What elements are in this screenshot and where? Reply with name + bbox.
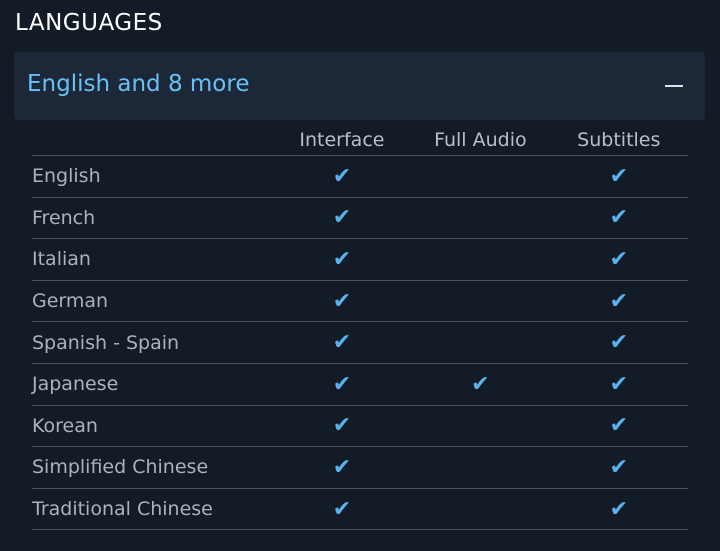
checkmark-icon: ✔ <box>332 163 352 189</box>
cell-full-audio <box>411 197 550 240</box>
checkmark-icon: ✔ <box>332 330 352 356</box>
header-full-audio: Full Audio <box>411 124 550 156</box>
header-subtitles: Subtitles <box>549 124 688 156</box>
cell-subtitles: ✔ <box>549 363 688 406</box>
checkmark-icon: ✔ <box>332 371 352 397</box>
cell-full-audio <box>411 321 550 364</box>
cell-full-audio <box>411 405 550 448</box>
table-row: Spanish - Spain ✔ ✔ <box>32 321 688 364</box>
cell-full-audio <box>411 446 550 489</box>
checkmark-icon: ✔ <box>332 288 352 314</box>
languages-section-title: LANGUAGES <box>15 10 163 36</box>
cell-interface: ✔ <box>272 238 412 281</box>
checkmark-icon: ✔ <box>332 205 352 231</box>
language-name: English <box>32 155 273 198</box>
language-name: Korean <box>32 405 273 448</box>
checkmark-icon: ✔ <box>332 496 352 522</box>
table-row: Korean ✔ ✔ <box>32 405 688 448</box>
checkmark-icon: ✔ <box>332 246 352 272</box>
cell-interface: ✔ <box>272 363 412 406</box>
languages-expander[interactable]: English and 8 more <box>14 52 705 120</box>
cell-full-audio: ✔ <box>411 363 550 406</box>
table-row: Simplified Chinese ✔ ✔ <box>32 446 688 489</box>
cell-interface: ✔ <box>272 488 412 531</box>
language-name: Spanish - Spain <box>32 321 273 364</box>
checkmark-icon: ✔ <box>609 163 628 189</box>
checkmark-icon: ✔ <box>609 371 628 397</box>
checkmark-icon: ✔ <box>471 371 490 397</box>
cell-subtitles: ✔ <box>549 238 688 281</box>
cell-subtitles: ✔ <box>549 488 688 531</box>
cell-subtitles: ✔ <box>549 155 688 198</box>
checkmark-icon: ✔ <box>609 413 628 439</box>
checkmark-icon: ✔ <box>332 454 352 480</box>
cell-full-audio <box>411 155 550 198</box>
table-row: English ✔ ✔ <box>32 155 688 198</box>
checkmark-icon: ✔ <box>609 205 628 231</box>
table-row: Traditional Chinese ✔ ✔ <box>32 488 688 531</box>
checkmark-icon: ✔ <box>609 246 628 272</box>
cell-interface: ✔ <box>272 405 412 448</box>
language-name: French <box>32 197 273 240</box>
header-language <box>32 124 273 156</box>
language-name: Japanese <box>32 363 273 406</box>
checkmark-icon: ✔ <box>609 454 628 480</box>
languages-table-body: English ✔ ✔ French ✔ ✔ Italian ✔ ✔ German ✔ ✔ Spanis… <box>32 155 688 531</box>
cell-subtitles: ✔ <box>549 321 688 364</box>
table-row: French ✔ ✔ <box>32 197 688 240</box>
checkmark-icon: ✔ <box>332 413 352 439</box>
cell-interface: ✔ <box>272 155 412 198</box>
table-row: Italian ✔ ✔ <box>32 238 688 281</box>
languages-summary: English and 8 more <box>27 71 250 97</box>
cell-subtitles: ✔ <box>549 197 688 240</box>
table-header-row: Interface Full Audio Subtitles <box>32 124 688 156</box>
cell-subtitles: ✔ <box>549 280 688 323</box>
cell-full-audio <box>411 488 550 531</box>
language-name: Italian <box>32 238 273 281</box>
language-name: Traditional Chinese <box>32 488 273 531</box>
cell-subtitles: ✔ <box>549 405 688 448</box>
header-interface: Interface <box>272 124 412 156</box>
language-name: Simplified Chinese <box>32 446 273 489</box>
checkmark-icon: ✔ <box>609 330 628 356</box>
cell-full-audio <box>411 280 550 323</box>
checkmark-icon: ✔ <box>609 288 628 314</box>
cell-interface: ✔ <box>272 321 412 364</box>
languages-table: Interface Full Audio Subtitles English ✔ ✔… <box>32 124 688 531</box>
cell-subtitles: ✔ <box>549 446 688 489</box>
checkmark-icon: ✔ <box>609 496 628 522</box>
table-row: German ✔ ✔ <box>32 280 688 323</box>
language-name: German <box>32 280 273 323</box>
cell-interface: ✔ <box>272 280 412 323</box>
collapse-minus-icon[interactable] <box>665 85 683 87</box>
table-row: Japanese ✔ ✔ ✔ <box>32 363 688 406</box>
cell-full-audio <box>411 238 550 281</box>
cell-interface: ✔ <box>272 446 412 489</box>
cell-interface: ✔ <box>272 197 412 240</box>
